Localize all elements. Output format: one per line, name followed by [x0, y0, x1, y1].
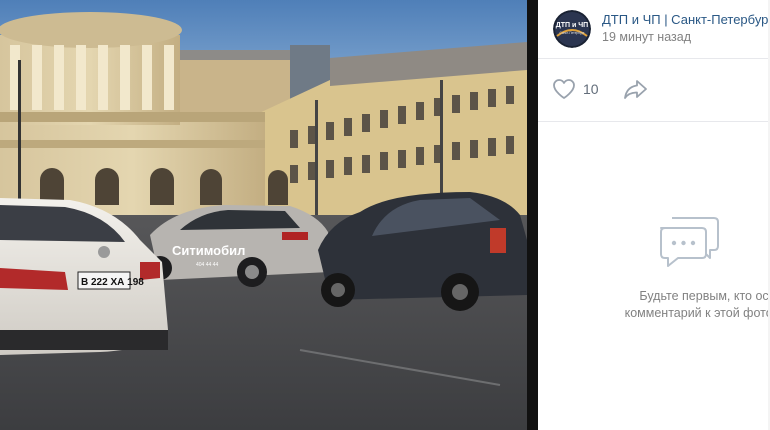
- photo-viewer[interactable]: Ситимобил 404 44 44 В 222 ХА 198: [0, 0, 538, 430]
- empty-comments-line2: комментарий к этой фотографии: [624, 306, 770, 320]
- street-scene-image: Ситимобил 404 44 44 В 222 ХА 198: [0, 0, 527, 430]
- post-photo[interactable]: Ситимобил 404 44 44 В 222 ХА 198: [0, 0, 527, 430]
- group-logo: ДТП и ЧП Санкт-Петербург: [553, 10, 591, 48]
- empty-comments-text: Будьте первым, кто оставит комментарий к…: [590, 288, 770, 322]
- group-avatar[interactable]: ДТП и ЧП Санкт-Петербург: [553, 10, 591, 48]
- share-button[interactable]: [622, 77, 650, 101]
- like-count: 10: [583, 81, 599, 97]
- citymobil-phone: 404 44 44: [196, 262, 218, 268]
- empty-comments-line1: Будьте первым, кто оставит: [639, 289, 770, 303]
- share-arrow-icon: [624, 80, 647, 99]
- post-side-panel: ДТП и ЧП Санкт-Петербург ДТП и ЧП | Санк…: [538, 0, 770, 430]
- svg-text:Санкт-Петербург: Санкт-Петербург: [560, 31, 586, 35]
- comments-icon: [660, 217, 719, 267]
- post-actions: 10: [538, 59, 770, 122]
- empty-comments: Будьте первым, кто оставит комментарий к…: [538, 200, 770, 340]
- citymobil-branding: Ситимобил: [172, 243, 245, 258]
- svg-text:ДТП и ЧП: ДТП и ЧП: [556, 22, 588, 29]
- heart-icon: [553, 79, 575, 99]
- group-name-link[interactable]: ДТП и ЧП | Санкт-Петербург: [602, 12, 770, 27]
- viewer-edge: [527, 0, 538, 430]
- post-header: ДТП и ЧП Санкт-Петербург ДТП и ЧП | Санк…: [538, 0, 770, 59]
- post-timestamp: 19 минут назад: [602, 30, 691, 44]
- like-button[interactable]: 10: [552, 77, 599, 101]
- license-plate: В 222 ХА 198: [81, 277, 144, 288]
